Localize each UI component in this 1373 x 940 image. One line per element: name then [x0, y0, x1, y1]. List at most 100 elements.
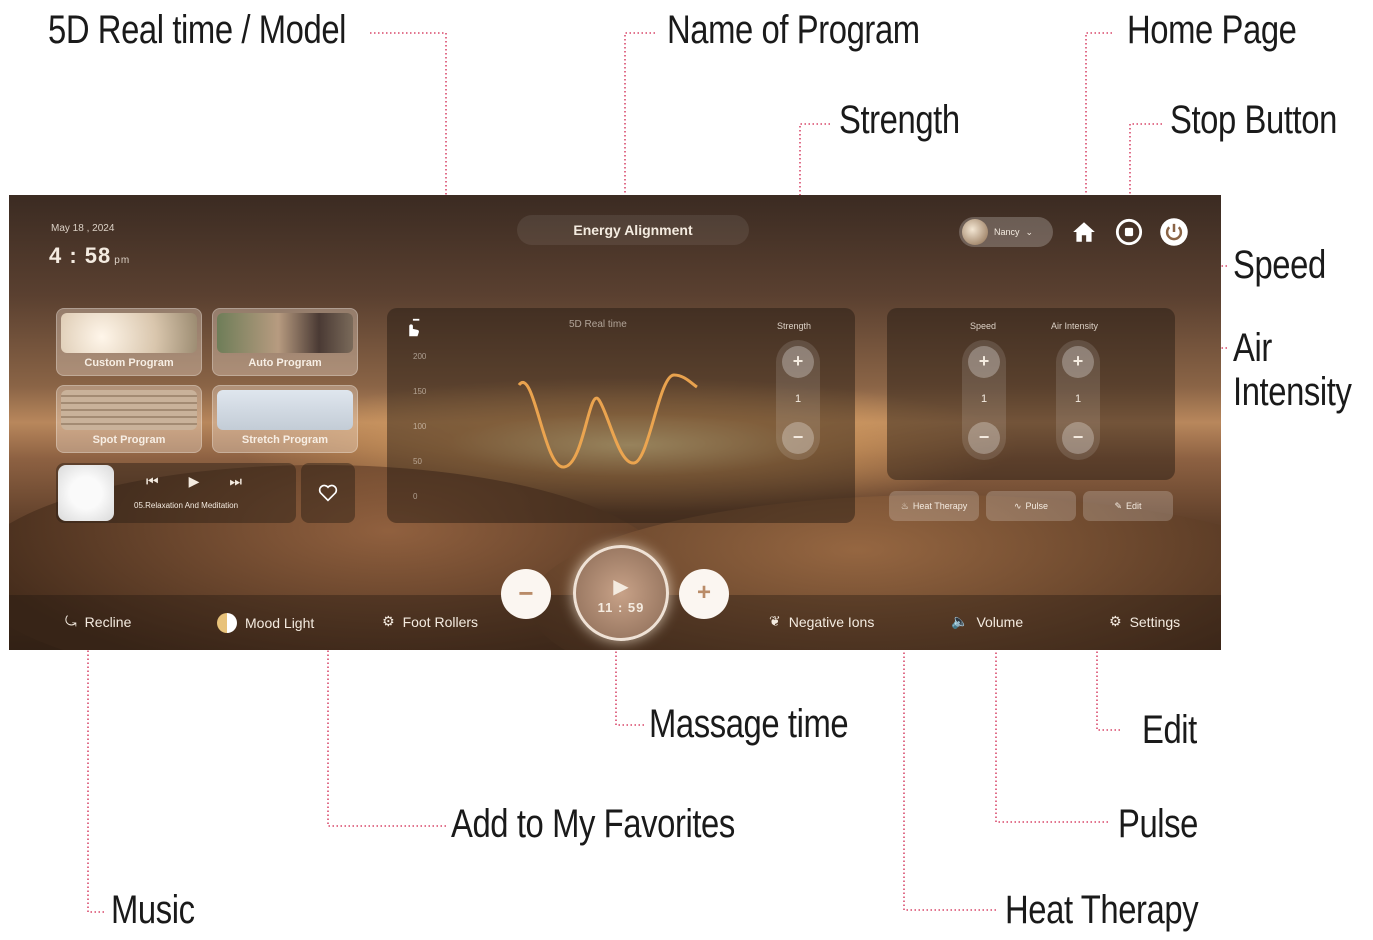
track-name: 05.Relaxation And Meditation — [134, 501, 239, 510]
play-track-button[interactable]: ▶ — [189, 473, 200, 490]
mood-light-icon — [217, 613, 237, 633]
program-name-title: Energy Alignment — [517, 215, 749, 245]
massage-time-value: 11 : 59 — [597, 600, 645, 615]
massage-chair-screen: May 18 , 2024 4 : 58 pm Energy Alignment … — [9, 195, 1221, 650]
mood-light-label: Mood Light — [245, 615, 315, 631]
play-icon: ▶ — [613, 576, 629, 598]
y-tick-50: 50 — [413, 457, 422, 466]
previous-track-button[interactable]: ⏮ — [146, 473, 159, 490]
heart-icon — [318, 484, 338, 502]
heat-therapy-button[interactable]: ♨ Heat Therapy — [889, 491, 979, 521]
callout-heat-therapy: Heat Therapy — [1005, 888, 1199, 932]
strength-minus-button[interactable]: − — [782, 422, 814, 454]
callout-air-intensity: Air Intensity — [1233, 326, 1352, 414]
negative-ions-button[interactable]: ❦ Negative Ions — [769, 613, 874, 630]
next-track-button[interactable]: ⏭ — [229, 473, 242, 490]
callout-massage-time: Massage time — [649, 702, 849, 746]
callout-strength: Strength — [839, 98, 960, 142]
realtime-wave — [517, 373, 698, 469]
y-tick-200: 200 — [413, 352, 427, 361]
stretch-program-image — [217, 390, 353, 430]
speed-value: 1 — [980, 393, 988, 405]
volume-button[interactable]: 🔈 Volume — [951, 613, 1023, 630]
stop-icon — [1115, 218, 1143, 246]
clock-ampm: pm — [114, 255, 131, 266]
foot-rollers-icon: ⚙ — [382, 613, 395, 629]
callout-program-name: Name of Program — [667, 8, 920, 52]
pulse-icon: ∿ — [1013, 500, 1022, 511]
edit-label: Edit — [1126, 501, 1142, 511]
home-button[interactable] — [1069, 217, 1099, 247]
music-player: ⏮ ▶ ⏭ 05.Relaxation And Meditation — [56, 463, 296, 523]
mood-light-button[interactable]: Mood Light — [217, 613, 314, 633]
air-minus-button[interactable]: − — [1062, 422, 1094, 454]
settings-label: Settings — [1129, 613, 1181, 630]
music-controls: ⏮ ▶ ⏭ — [146, 473, 242, 490]
y-tick-100: 100 — [413, 422, 427, 431]
callout-home-page: Home Page — [1127, 8, 1297, 52]
speed-stepper: + 1 − — [962, 340, 1006, 460]
speed-air-panel — [887, 308, 1175, 480]
auto-program-image — [217, 313, 353, 353]
time-increase-button[interactable]: + — [679, 569, 729, 619]
recline-icon: ⤿ — [65, 613, 77, 629]
volume-label: Volume — [976, 613, 1024, 630]
callout-speed: Speed — [1233, 243, 1326, 287]
date-label: May 18 , 2024 — [51, 223, 115, 234]
foot-rollers-button[interactable]: ⚙ Foot Rollers — [382, 613, 478, 630]
pulse-button[interactable]: ∿ Pulse — [986, 491, 1076, 521]
chart-title: 5D Real time — [569, 319, 627, 330]
spot-program-label: Spot Program — [92, 434, 166, 446]
gear-icon: ⚙ — [1109, 613, 1122, 629]
negative-ions-icon: ❦ — [769, 613, 781, 629]
hand-icon[interactable] — [401, 317, 423, 344]
foot-rollers-label: Foot Rollers — [402, 613, 479, 630]
speed-label: Speed — [970, 321, 997, 331]
edit-button[interactable]: ✎ Edit — [1083, 491, 1173, 521]
pencil-icon: ✎ — [1114, 500, 1123, 511]
callout-pulse: Pulse — [1118, 802, 1199, 846]
air-intensity-value: 1 — [1074, 393, 1082, 405]
callout-edit: Edit — [1142, 708, 1197, 752]
y-tick-0: 0 — [413, 492, 418, 501]
leader-home — [1085, 32, 1112, 222]
air-plus-button[interactable]: + — [1062, 346, 1094, 378]
custom-program-card[interactable]: Custom Program — [56, 308, 202, 376]
user-selector[interactable]: Nancy ⌄ — [959, 217, 1053, 247]
spot-program-image — [61, 390, 197, 430]
callout-music: Music — [111, 888, 195, 932]
power-button[interactable] — [1159, 217, 1189, 247]
clock: 4 : 58 pm — [49, 243, 130, 269]
pulse-label: Pulse — [1025, 501, 1049, 511]
callout-add-favorites: Add to My Favorites — [451, 802, 735, 846]
strength-stepper: + 1 − — [776, 340, 820, 460]
avatar — [962, 219, 988, 245]
stretch-program-card[interactable]: Stretch Program — [212, 385, 358, 453]
album-art[interactable] — [58, 465, 114, 521]
stop-button[interactable] — [1114, 217, 1144, 247]
user-name: Nancy — [994, 227, 1020, 237]
negative-ions-label: Negative Ions — [788, 613, 875, 630]
air-intensity-label: Air Intensity — [1051, 321, 1099, 331]
air-intensity-stepper: + 1 − — [1056, 340, 1100, 460]
settings-button[interactable]: ⚙ Settings — [1109, 613, 1180, 630]
callout-stop-button: Stop Button — [1170, 98, 1337, 142]
custom-program-image — [61, 313, 197, 353]
heat-therapy-label: Heat Therapy — [912, 501, 968, 511]
speed-minus-button[interactable]: − — [968, 422, 1000, 454]
time-decrease-button[interactable]: − — [501, 569, 551, 619]
favorite-button[interactable] — [301, 463, 355, 523]
auto-program-card[interactable]: Auto Program — [212, 308, 358, 376]
spot-program-card[interactable]: Spot Program — [56, 385, 202, 453]
strength-value: 1 — [794, 393, 802, 405]
leader-program-name — [624, 32, 655, 220]
clock-time: 4 : 58 — [49, 243, 112, 268]
strength-plus-button[interactable]: + — [782, 346, 814, 378]
recline-button[interactable]: ⤿ Recline — [65, 613, 131, 630]
custom-program-label: Custom Program — [84, 357, 174, 369]
speed-plus-button[interactable]: + — [968, 346, 1000, 378]
power-icon — [1160, 218, 1188, 246]
heat-icon: ♨ — [900, 500, 909, 511]
stretch-program-label: Stretch Program — [241, 434, 329, 446]
massage-timer[interactable]: ▶ 11 : 59 — [573, 545, 669, 641]
